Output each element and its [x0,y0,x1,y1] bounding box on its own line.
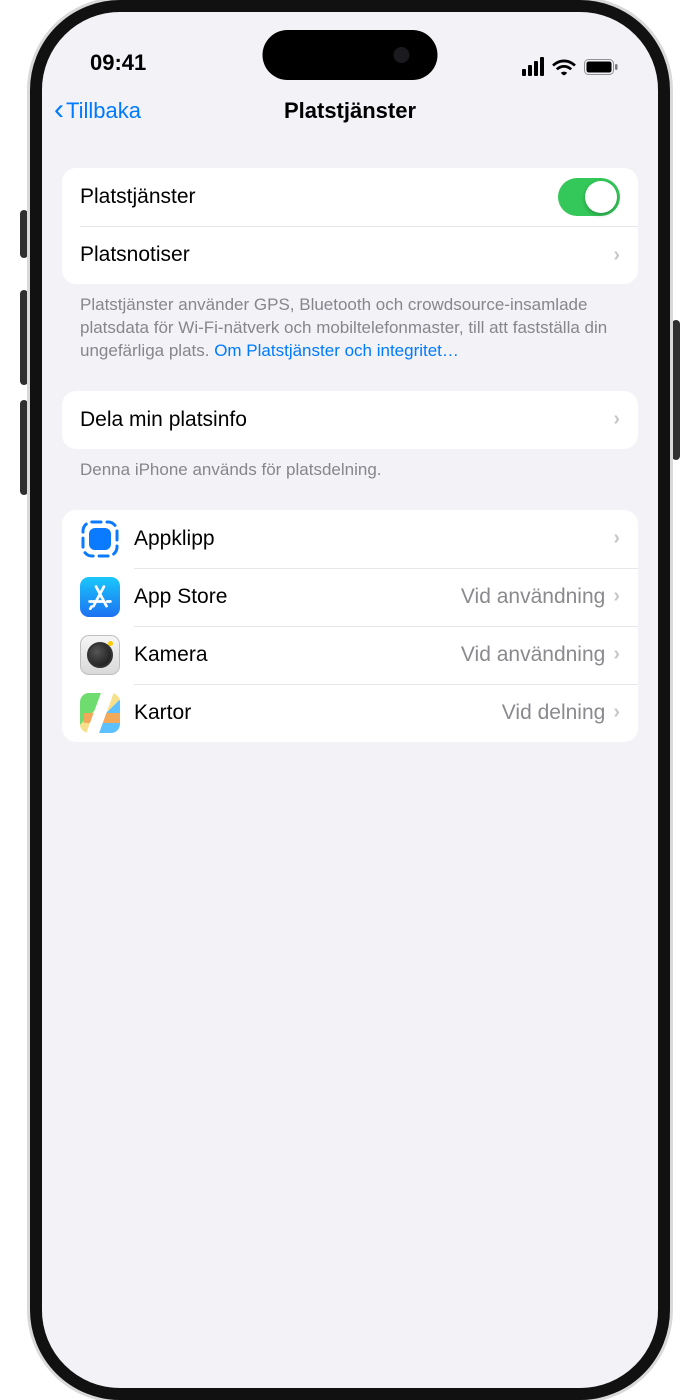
app-name: Kartor [134,701,502,725]
row-location-alerts[interactable]: Platsnotiser › [62,226,638,284]
row-share-location[interactable]: Dela min platsinfo › [62,391,638,449]
appclip-icon [80,519,120,559]
maps-icon [80,693,120,733]
volume-down-button [20,400,28,495]
status-time: 09:41 [90,50,146,76]
app-detail: Vid användning [461,585,605,609]
group-apps: Appklipp › App Store Vid användning › [62,510,638,742]
chevron-right-icon: › [613,244,620,267]
wifi-icon [552,58,576,76]
app-detail: Vid delning [502,701,606,725]
appstore-icon [80,577,120,617]
chevron-right-icon: › [613,701,620,724]
mute-switch [20,210,28,258]
page-title: Platstjänster [284,98,416,124]
cellular-signal-icon [522,57,544,76]
chevron-right-icon: › [613,643,620,666]
chevron-right-icon: › [613,527,620,550]
row-app-kamera[interactable]: Kamera Vid användning › [62,626,638,684]
back-button[interactable]: ‹ Tillbaka [54,98,141,125]
row-label: Dela min platsinfo [80,408,613,432]
group-share-location: Dela min platsinfo › [62,391,638,449]
volume-up-button [20,290,28,385]
row-app-appklipp[interactable]: Appklipp › [62,510,638,568]
app-detail: Vid användning [461,643,605,667]
content-scroll[interactable]: Platstjänster Platsnotiser › Platstjänst… [42,140,658,1388]
row-app-kartor[interactable]: Kartor Vid delning › [62,684,638,742]
nav-bar: ‹ Tillbaka Platstjänster [42,82,658,140]
footer-share-location: Denna iPhone används för platsdelning. [62,449,638,482]
phone-bezel: 09:41 ‹ Tillbaka [30,0,670,1400]
row-label: Platsnotiser [80,243,613,267]
group-location-services: Platstjänster Platsnotiser › [62,168,638,284]
chevron-left-icon: ‹ [54,95,64,125]
screen: 09:41 ‹ Tillbaka [42,12,658,1388]
footer-location-services: Platstjänster använder GPS, Bluetooth oc… [62,284,638,363]
app-name: App Store [134,585,461,609]
app-name: Appklipp [134,527,605,551]
row-app-appstore[interactable]: App Store Vid användning › [62,568,638,626]
battery-icon [584,59,618,75]
privacy-link[interactable]: Om Platstjänster och integritet… [214,341,459,360]
location-services-toggle[interactable] [558,178,620,216]
side-button [672,320,680,460]
dynamic-island [263,30,438,80]
row-label: Platstjänster [80,185,558,209]
app-name: Kamera [134,643,461,667]
camera-icon [80,635,120,675]
footer-text: Denna iPhone används för platsdelning. [80,460,382,479]
chevron-right-icon: › [613,585,620,608]
row-location-services[interactable]: Platstjänster [62,168,638,226]
chevron-right-icon: › [613,408,620,431]
back-label: Tillbaka [66,98,141,124]
